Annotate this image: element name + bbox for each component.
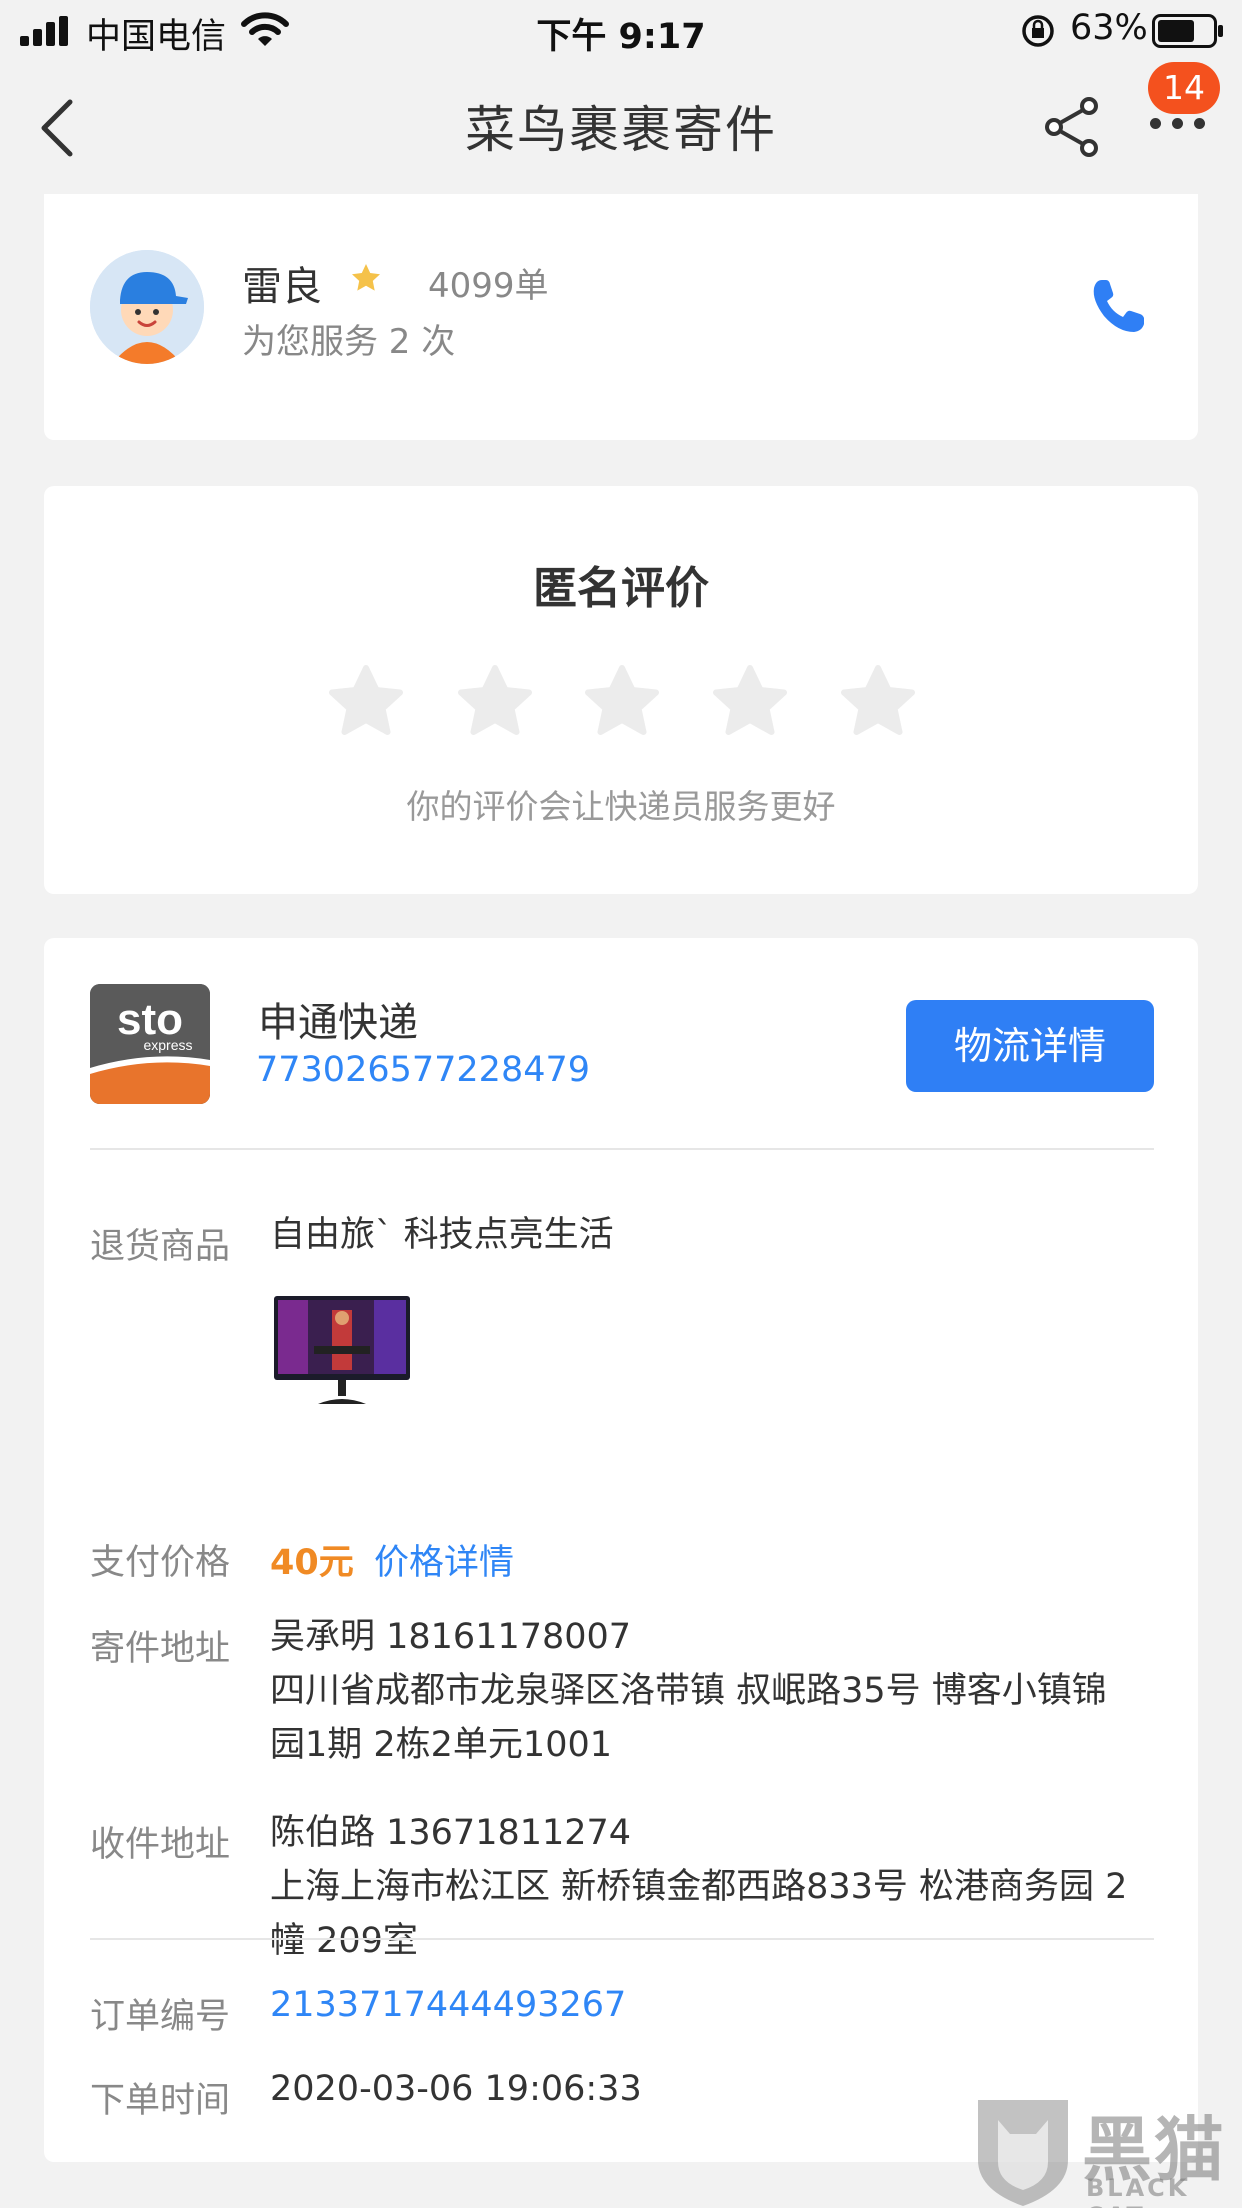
sender-label: 寄件地址 xyxy=(90,1629,231,1669)
rotation-lock-icon xyxy=(1022,15,1054,47)
more-icon[interactable] xyxy=(1148,118,1208,138)
black-cat-logo xyxy=(978,2100,1068,2206)
order-number-label: 订单编号 xyxy=(90,1997,231,2037)
product-label: 退货商品 xyxy=(90,1227,231,1267)
order-time: 2020-03-06 19:06:33 xyxy=(270,2069,642,2109)
courier-order-count: 4099单 xyxy=(428,266,549,306)
courier-avatar xyxy=(90,250,204,364)
receiver-contact: 陈伯路 13671811274 xyxy=(270,1813,632,1853)
rating-star-5[interactable] xyxy=(838,662,918,742)
nav-bar: 菜鸟裹裹寄件 14 xyxy=(0,62,1242,186)
tracking-number[interactable]: 773026577228479 xyxy=(256,1050,590,1090)
courier-name: 雷良 xyxy=(242,264,322,310)
product-image[interactable] xyxy=(274,1296,410,1408)
divider xyxy=(90,1148,1154,1150)
courier-card: 雷良 4099单 为您服务 2 次 xyxy=(44,194,1198,440)
share-icon[interactable] xyxy=(1042,96,1104,158)
sto-logo: sto express xyxy=(90,984,210,1104)
logistics-details-button[interactable]: 物流详情 xyxy=(906,1000,1154,1092)
battery-icon xyxy=(1152,14,1223,48)
sender-address-line1: 四川省成都市龙泉驿区洛带镇 叔岷路35号 博客小镇锦 xyxy=(270,1671,1107,1711)
rating-title: 匿名评价 xyxy=(533,563,709,614)
sender-address-line2: 园1期 2栋2单元1001 xyxy=(270,1725,613,1765)
sender-contact: 吴承明 18161178007 xyxy=(270,1617,632,1657)
star-icon xyxy=(352,264,380,291)
receiver-label: 收件地址 xyxy=(90,1825,231,1865)
rating-star-1[interactable] xyxy=(326,662,406,742)
order-card: sto express 申通快递 773026577228479 物流详情 退货… xyxy=(44,938,1198,2162)
price-label: 支付价格 xyxy=(90,1543,231,1583)
status-bar: 中国电信 下午 9:17 63% xyxy=(0,0,1242,62)
phone-icon[interactable] xyxy=(1088,276,1148,336)
receiver-address-line1: 上海上海市松江区 新桥镇金都西路833号 松港商务园 2 xyxy=(270,1867,1128,1907)
rating-star-2[interactable] xyxy=(455,662,535,742)
watermark: 黑猫 BLACK CAT xyxy=(968,2090,1242,2208)
rating-star-4[interactable] xyxy=(710,662,790,742)
divider xyxy=(90,1938,1154,1940)
star-rating xyxy=(44,662,1198,746)
rating-star-3[interactable] xyxy=(582,662,662,742)
price-value: 40元 xyxy=(270,1543,354,1583)
rating-card: 匿名评价 你的评价会让快递员服务更好 xyxy=(44,486,1198,894)
watermark-subtext: BLACK CAT xyxy=(1086,2174,1190,2208)
rating-hint: 你的评价会让快递员服务更好 xyxy=(406,787,836,826)
svg-text:express: express xyxy=(143,1037,192,1053)
receiver-address-line2: 幢 209室 xyxy=(270,1921,418,1961)
served-count: 为您服务 2 次 xyxy=(242,322,456,362)
order-time-label: 下单时间 xyxy=(90,2081,231,2121)
order-number[interactable]: 2133717444493267 xyxy=(270,1978,626,2032)
battery-percent: 63% xyxy=(1070,8,1148,48)
product-name: 自由旅` 科技点亮生活 xyxy=(270,1215,614,1255)
express-company: 申通快递 xyxy=(258,1000,418,1046)
price-details-link[interactable]: 价格详情 xyxy=(374,1534,514,1585)
notification-badge: 14 xyxy=(1148,62,1220,114)
